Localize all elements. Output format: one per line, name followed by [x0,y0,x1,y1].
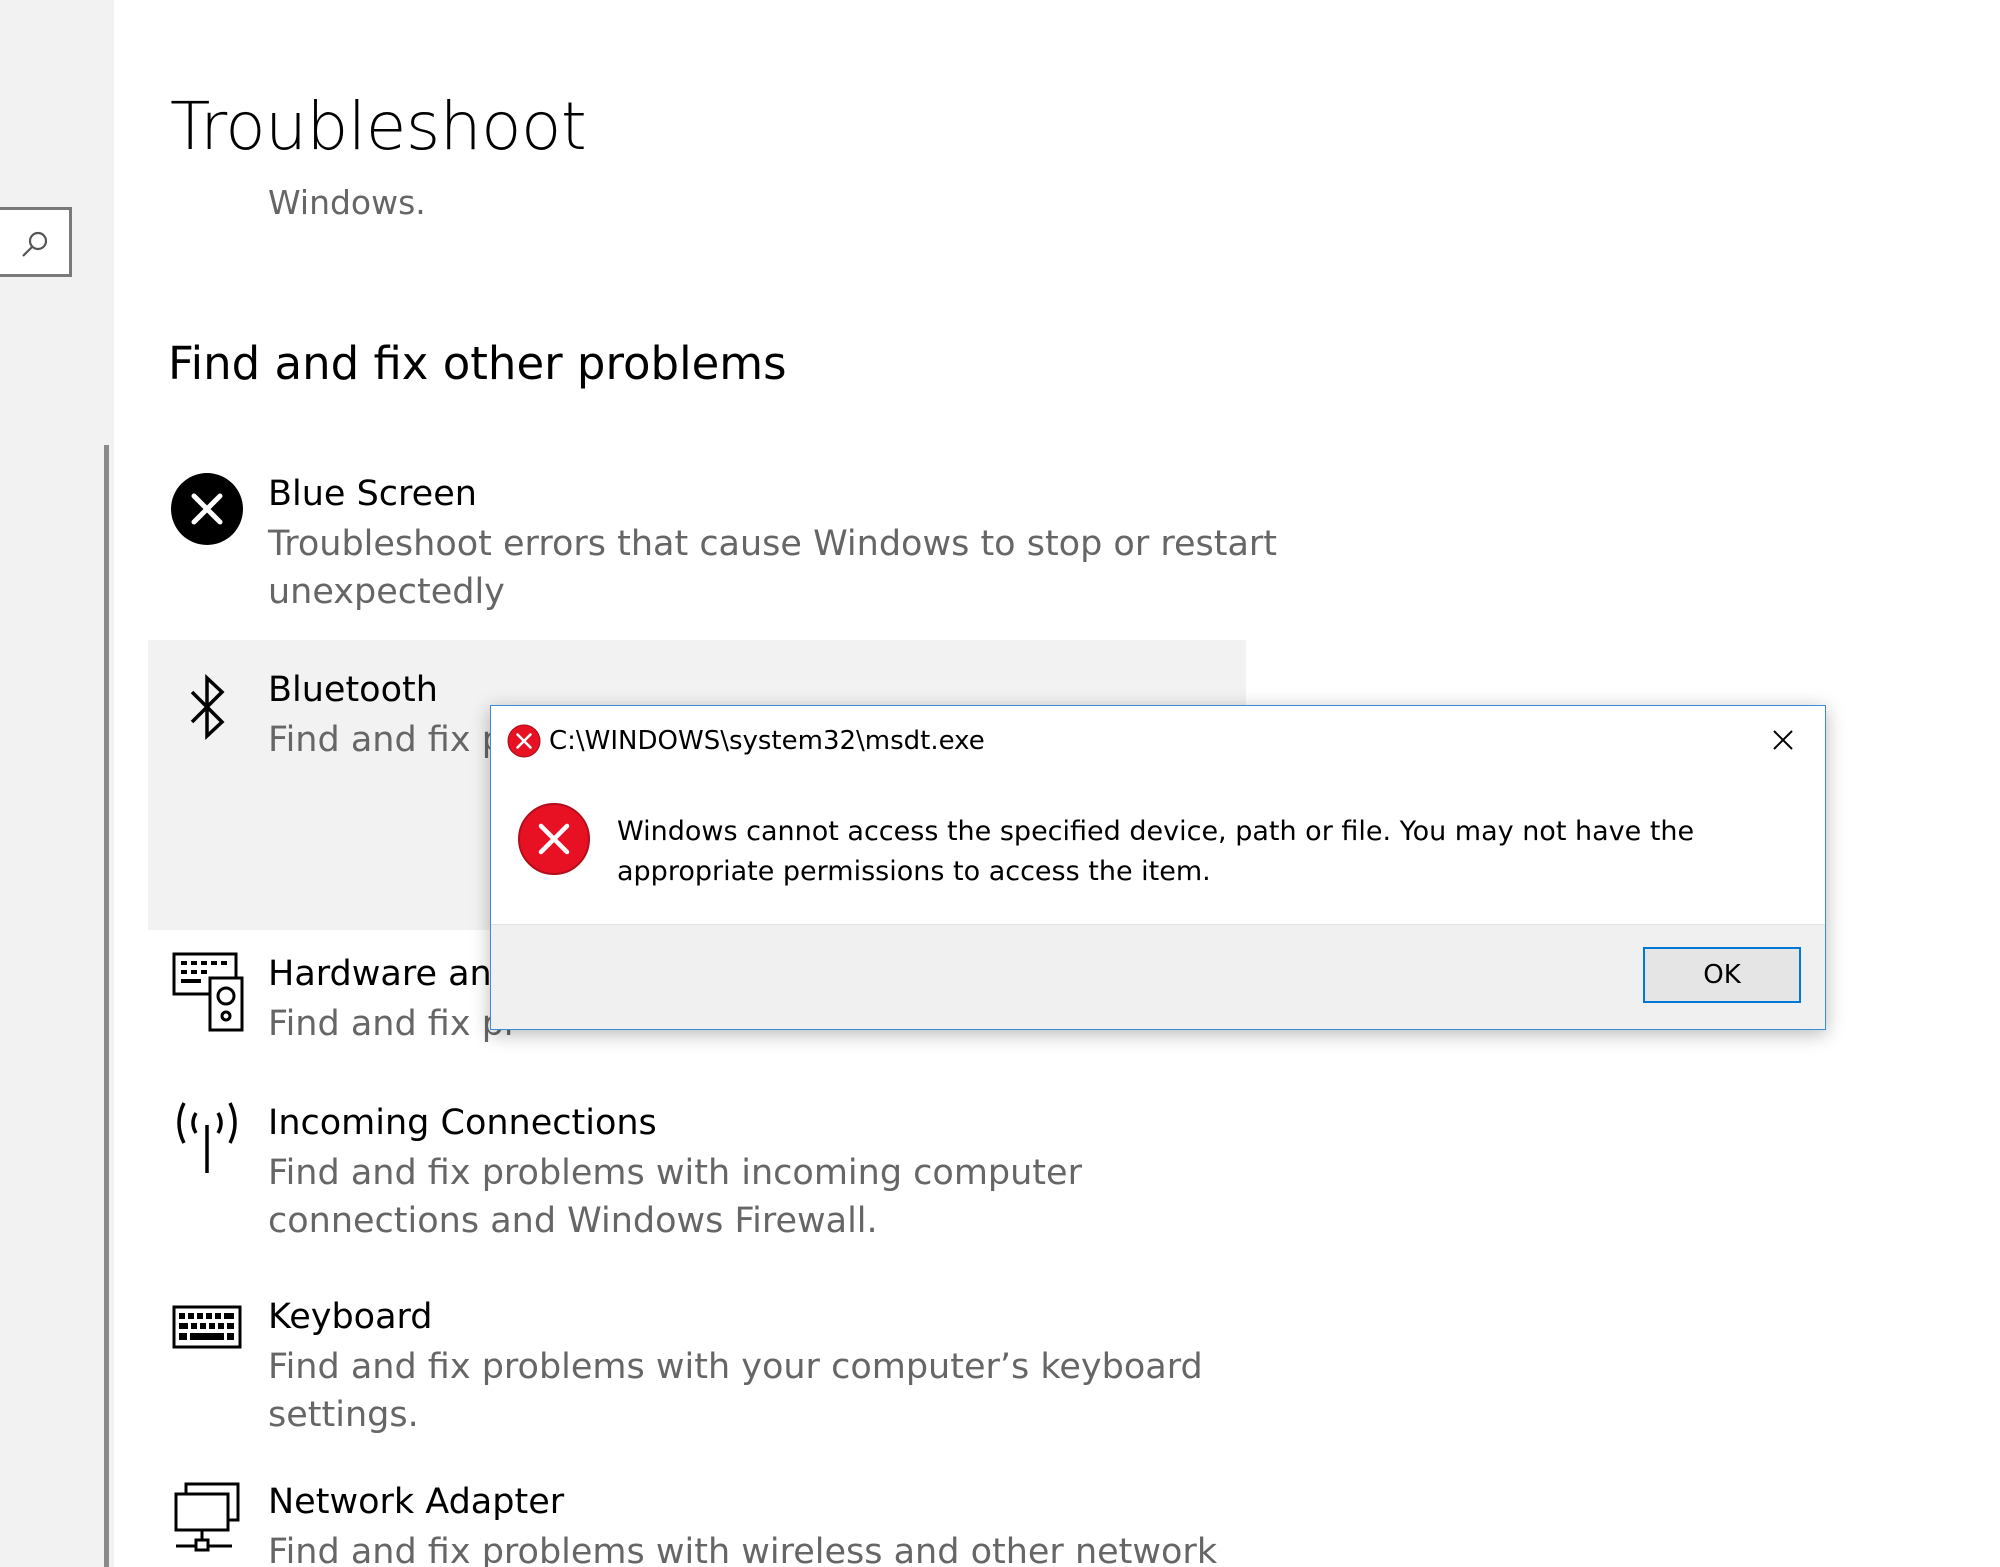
dialog-title: C:\WINDOWS\system32\msdt.exe [549,726,985,756]
troubleshooter-network-adapter[interactable]: Network Adapter Find and fix problems wi… [148,1482,1246,1567]
troubleshooter-incoming-connections[interactable]: Incoming Connections Find and fix proble… [148,1095,1246,1265]
dialog-titlebar[interactable]: C:\WINDOWS\system32\msdt.exe [491,706,1825,770]
dialog-message: Windows cannot access the specified devi… [617,816,1695,887]
nav-scrollbar[interactable] [104,445,109,1567]
troubleshooter-blue-screen[interactable]: Blue Screen Troubleshoot errors that cau… [148,466,1277,626]
item-description: Find and fix problems with your computer… [268,1347,1203,1435]
ok-button[interactable]: OK [1643,947,1801,1003]
item-name: Incoming Connections [268,1103,657,1143]
item-name: Blue Screen [268,474,477,514]
item-name: Network Adapter [268,1482,565,1522]
item-description: Find and fix problems with wireless and … [268,1532,1218,1567]
item-name: Keyboard [268,1297,433,1337]
dialog-footer: OK [491,924,1825,1029]
antenna-icon [177,1102,237,1173]
search-box[interactable] [0,207,72,277]
network-icon [174,1482,240,1552]
error-circle-icon [171,473,243,545]
item-description: Troubleshoot errors that cause Windows t… [268,524,1278,612]
page-subtitle: Windows. [268,183,426,222]
close-icon [1773,730,1793,750]
item-name: Hardware and [268,954,514,994]
dialog-close-button[interactable] [1755,718,1811,762]
error-icon [518,803,590,875]
navigation-pane [0,0,114,1567]
error-dialog: C:\WINDOWS\system32\msdt.exe Windows can… [490,705,1826,1030]
page-title: Troubleshoot [170,88,587,165]
error-icon [507,724,541,758]
hardware-icon [172,952,244,1032]
search-icon [22,231,48,257]
item-name: Bluetooth [268,670,438,710]
keyboard-icon [172,1305,242,1349]
item-description: Find and fix problems with incoming comp… [268,1153,1082,1241]
bluetooth-icon [190,674,225,740]
troubleshooter-keyboard[interactable]: Keyboard Find and fix problems with your… [148,1289,1246,1459]
section-heading: Find and fix other problems [168,337,787,390]
